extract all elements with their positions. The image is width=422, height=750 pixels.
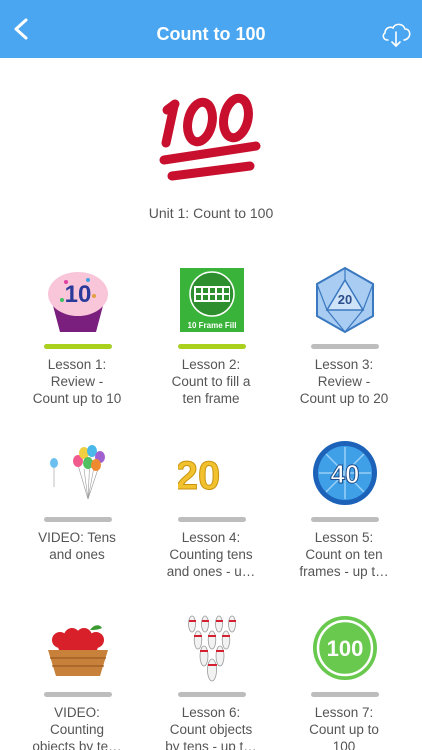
- progress-bar: [44, 517, 112, 522]
- lesson-label-line: Count up to 20: [299, 391, 389, 406]
- progress-bar-fill: [44, 344, 112, 349]
- lesson-label-line: Counting: [49, 722, 105, 737]
- lesson-label: Lesson 3: Review - Count up to 20: [279, 356, 409, 407]
- lesson-label-line: Lesson 1:: [47, 357, 107, 372]
- progress-bar: [178, 692, 246, 697]
- lesson-label-line: VIDEO:: [54, 705, 100, 720]
- nav-bar: Count to 100: [0, 0, 422, 58]
- cloud-download-icon[interactable]: [380, 20, 412, 48]
- lesson-label-line: Lesson 2:: [181, 357, 241, 372]
- lesson-label-line: by tens - up t…: [165, 739, 257, 750]
- d20-dice-icon: 20: [316, 266, 374, 334]
- balloon-20-number: 20: [178, 454, 220, 498]
- lesson-label-line: 100: [332, 739, 356, 750]
- bowling-pins-icon: [188, 615, 236, 682]
- page-title: Count to 100: [156, 24, 266, 44]
- dice-number: 20: [338, 292, 352, 307]
- lesson-label-line: Review -: [317, 374, 371, 389]
- progress-bar: [178, 344, 246, 349]
- lesson-label-line: frames - up t…: [299, 564, 389, 579]
- lesson-label-line: Count up to 10: [32, 391, 122, 406]
- apple-basket-icon: [48, 625, 108, 676]
- lesson-label: VIDEO: Counting objects by te…: [12, 704, 142, 750]
- lesson-label-line: objects by te…: [32, 739, 122, 750]
- progress-bar: [311, 344, 379, 349]
- lesson-label-line: Lesson 6:: [181, 705, 241, 720]
- cupcake-number: 10: [65, 281, 92, 308]
- lesson-label: Lesson 2: Count to fill a ten frame: [146, 356, 276, 407]
- progress-bar: [44, 692, 112, 697]
- badge-40-number: 40: [331, 459, 360, 489]
- lesson-label-line: and ones: [49, 547, 105, 562]
- lesson-label-line: Lesson 7:: [314, 705, 374, 720]
- lesson-label-line: and ones - u…: [166, 564, 256, 579]
- lesson-label-line: Count on ten: [305, 547, 383, 562]
- lesson-label-line: Lesson 4:: [181, 530, 241, 545]
- lesson-label-line: Count up to: [309, 722, 379, 737]
- lesson-label-line: Review -: [50, 374, 104, 389]
- ten-frame-caption: 10 Frame Fill: [188, 321, 237, 330]
- progress-bar: [311, 517, 379, 522]
- lesson-label-line: Counting tens: [169, 547, 253, 562]
- lesson-label-line: ten frame: [182, 391, 240, 406]
- progress-bar: [178, 517, 246, 522]
- lesson-label: Lesson 5: Count on ten frames - up t…: [279, 529, 409, 580]
- lesson-label-line: Lesson 5:: [314, 530, 374, 545]
- lesson-label: VIDEO: Tens and ones: [12, 529, 142, 563]
- lesson-label-line: Lesson 3:: [314, 357, 374, 372]
- lesson-label: Lesson 1: Review - Count up to 10: [12, 356, 142, 407]
- lesson-label-line: VIDEO: Tens: [38, 530, 116, 545]
- number-20-balloon-icon: 20: [178, 454, 221, 499]
- progress-bar: [311, 692, 379, 697]
- number-40-badge-icon: 40: [313, 441, 377, 505]
- hundred-badge-icon: 100: [313, 616, 377, 680]
- balloons-icon: [50, 445, 105, 500]
- hundred-points-icon: [159, 93, 261, 181]
- progress-bar-fill: [178, 344, 246, 349]
- lesson-label-line: Count objects: [169, 722, 253, 737]
- cupcake-10-icon: 10: [48, 272, 108, 332]
- unit-title: Unit 1: Count to 100: [148, 205, 274, 221]
- lesson-label-line: Count to fill a: [171, 374, 251, 389]
- badge-100-number: 100: [327, 636, 364, 661]
- ten-frame-icon: 10 Frame Fill: [180, 268, 244, 332]
- lesson-label: Lesson 7: Count up to 100: [279, 704, 409, 750]
- lesson-label: Lesson 6: Count objects by tens - up t…: [146, 704, 276, 750]
- lesson-label: Lesson 4: Counting tens and ones - u…: [146, 529, 276, 580]
- progress-bar: [44, 344, 112, 349]
